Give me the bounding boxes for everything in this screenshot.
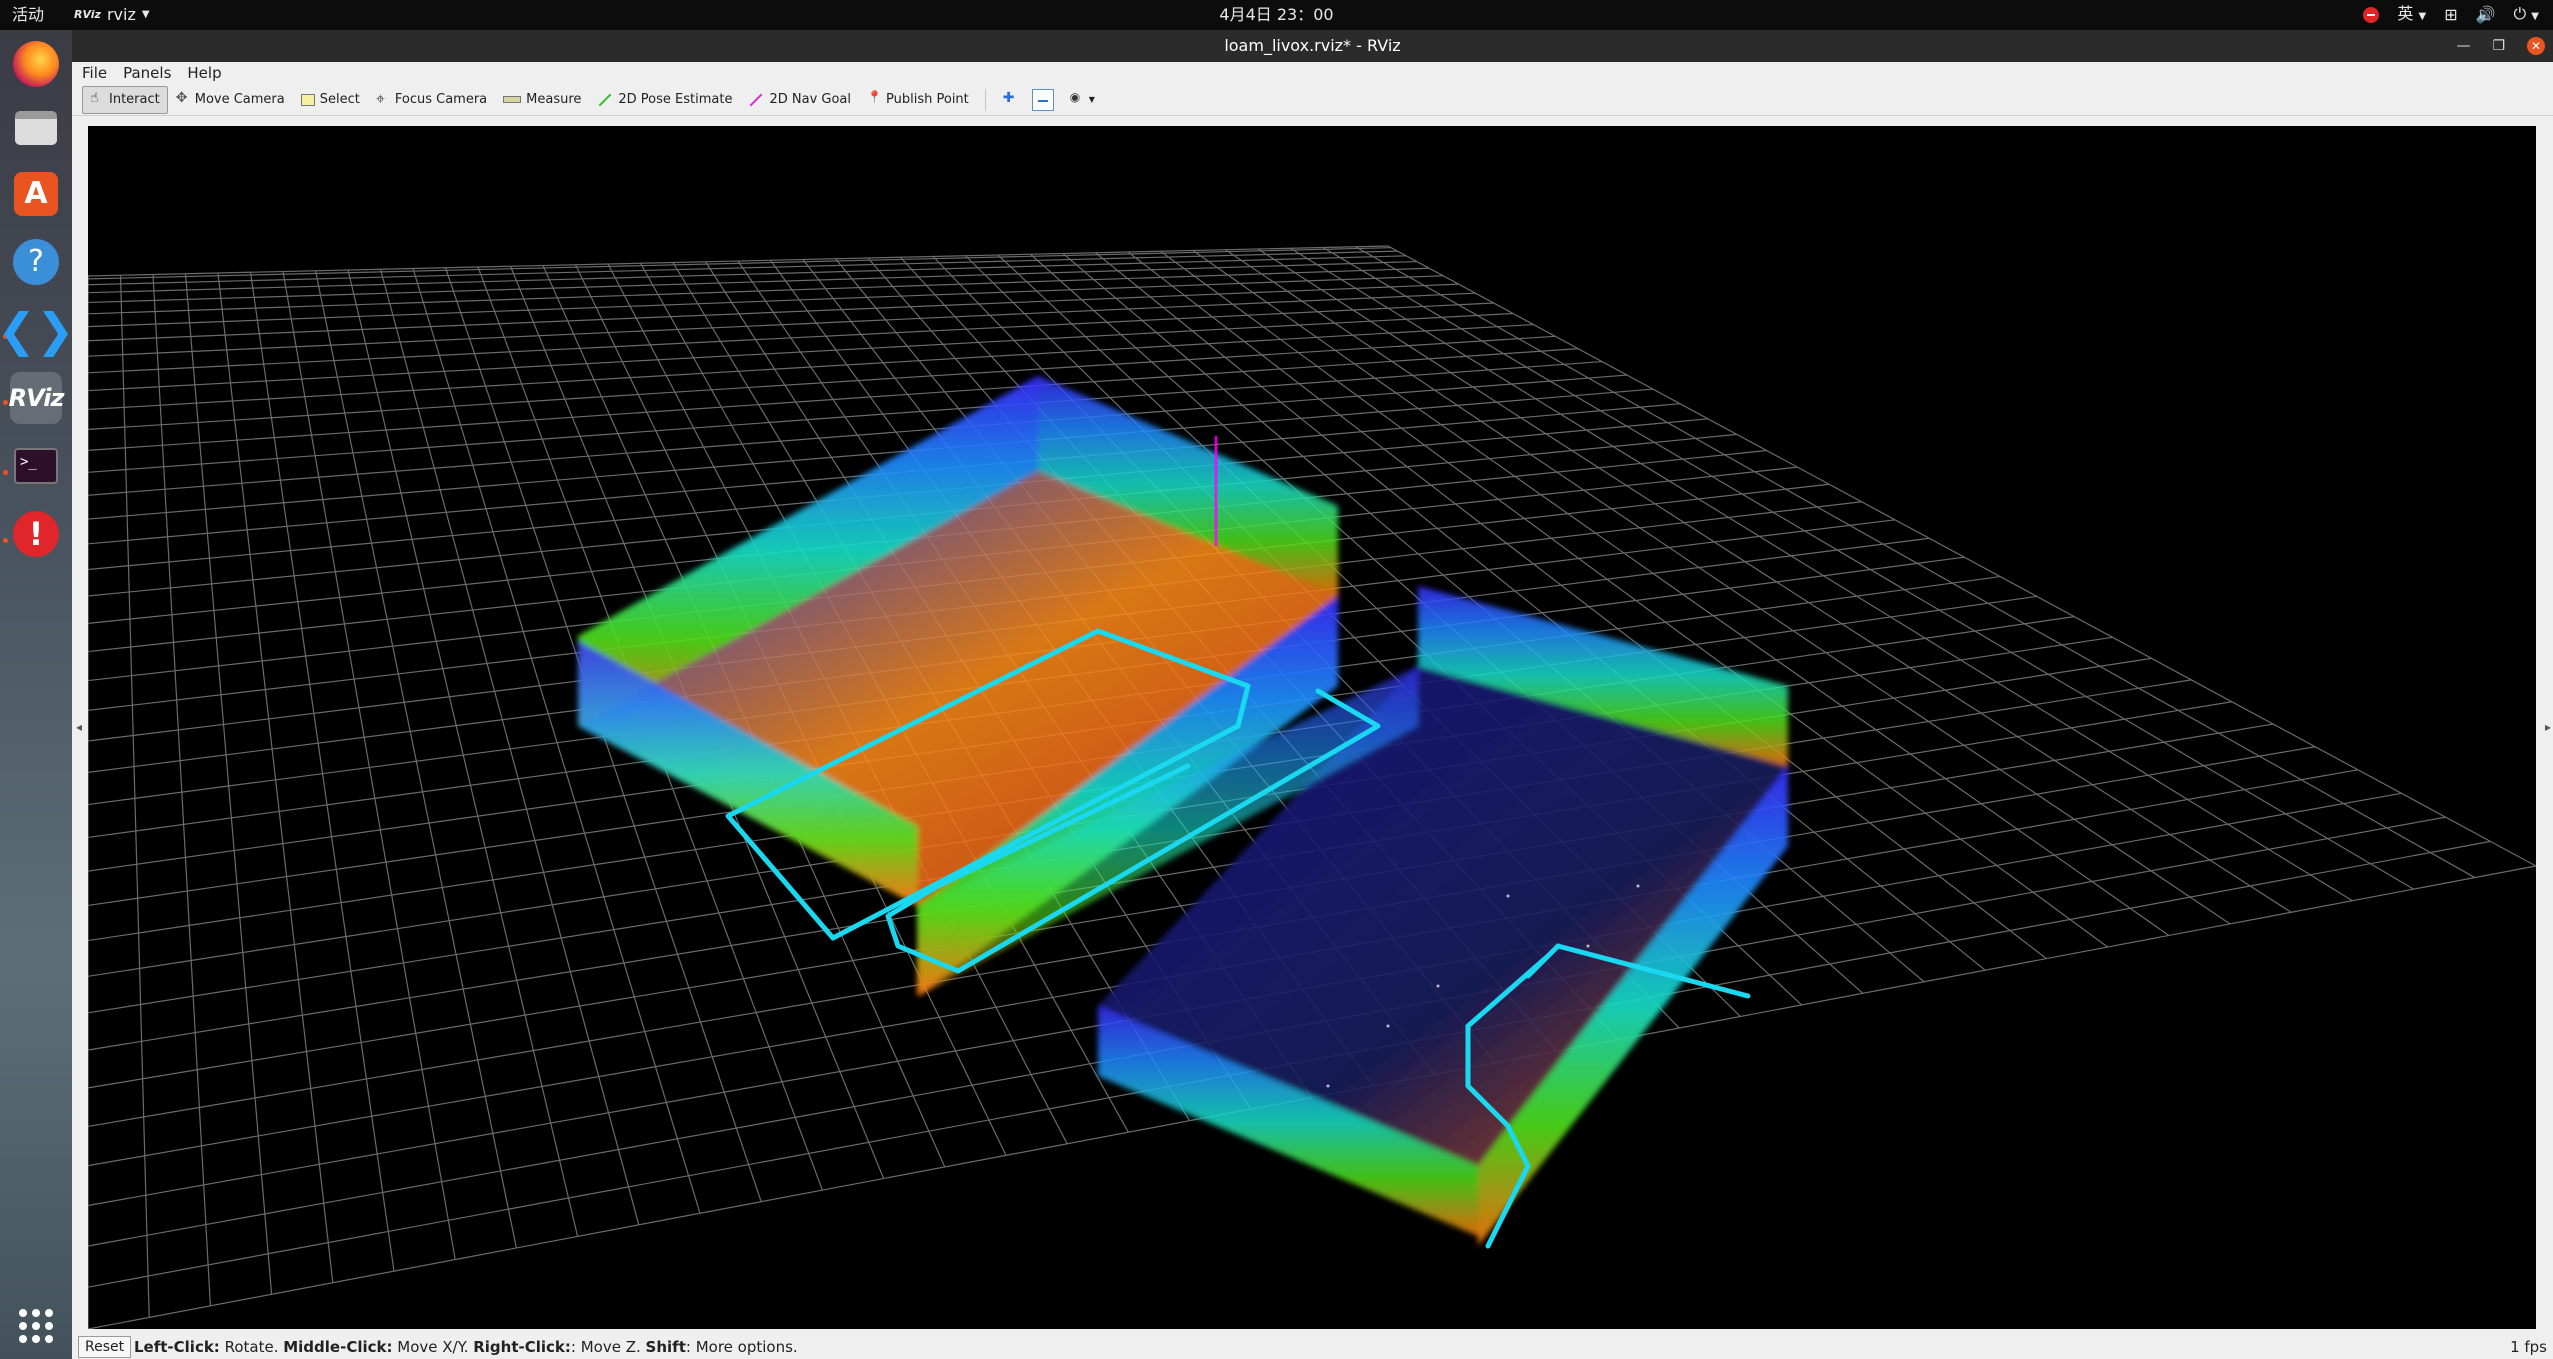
move-camera-tool-button[interactable]: Move Camera — [168, 86, 293, 114]
rviz-window: loam_livox.rviz* - RViz — ❐ ✕ File Panel… — [72, 30, 2553, 1359]
nav-goal-tool-button[interactable]: 2D Nav Goal — [740, 86, 859, 114]
ruler-icon — [503, 96, 522, 103]
dock-software-store[interactable]: A — [10, 168, 62, 220]
plus-icon — [1002, 90, 1016, 107]
terminal-icon: >_ — [14, 448, 58, 484]
move-icon — [176, 90, 190, 107]
running-indicator — [3, 470, 8, 475]
apps-grid-icon — [19, 1309, 53, 1343]
menu-file[interactable]: File — [82, 62, 107, 84]
publish-point-tool-button[interactable]: Publish Point — [859, 86, 977, 114]
app-menu-label: rviz — [106, 5, 136, 24]
point-cloud-scene — [88, 245, 2536, 1329]
running-indicator — [3, 538, 8, 543]
maximize-icon[interactable]: ❐ — [2492, 30, 2505, 62]
window-controls: — ❐ ✕ — [2456, 30, 2545, 62]
green-arrow-icon — [599, 93, 612, 106]
select-icon — [300, 93, 315, 106]
clock[interactable]: 4月4日 23：00 — [0, 0, 2553, 30]
nav-goal-label: 2D Nav Goal — [769, 92, 852, 107]
dock: A ? ❮❯ RViz >_ ! — [0, 30, 75, 1359]
add-tool-button[interactable] — [994, 86, 1024, 114]
rviz-icon: RViz — [8, 384, 65, 412]
software-store-icon: A — [14, 172, 58, 216]
interact-tool-button[interactable]: Interact — [82, 85, 168, 114]
chevron-down-icon: ▼ — [1088, 95, 1095, 104]
toolbar-separator — [984, 88, 986, 111]
vscode-icon: ❮❯ — [0, 303, 75, 357]
select-label: Select — [319, 92, 360, 107]
map-pin-icon — [867, 90, 882, 107]
pose-estimate-tool-button[interactable]: 2D Pose Estimate — [589, 86, 740, 114]
menu-panels[interactable]: Panels — [123, 62, 171, 84]
chevron-down-icon: ▼ — [141, 9, 150, 20]
window-title: loam_livox.rviz* - RViz — [1224, 36, 1401, 55]
3d-render-viewport[interactable] — [88, 126, 2536, 1329]
pose-estimate-label: 2D Pose Estimate — [618, 92, 733, 107]
network-icon[interactable]: ⊞ — [2444, 0, 2457, 30]
dock-files[interactable] — [10, 102, 62, 154]
reset-button[interactable]: Reset — [78, 1336, 132, 1358]
power-icon[interactable]: ⏻ ▼ — [2514, 0, 2539, 32]
focus-camera-label: Focus Camera — [394, 92, 488, 107]
measure-label: Measure — [526, 92, 582, 107]
focus-camera-tool-button[interactable]: Focus Camera — [368, 86, 495, 114]
alert-icon: ! — [13, 511, 59, 557]
move-camera-label: Move Camera — [194, 92, 285, 107]
app-menu[interactable]: RViz rviz ▼ — [74, 0, 150, 30]
hand-icon — [90, 90, 104, 107]
minus-icon — [1031, 88, 1054, 111]
dock-help[interactable]: ? — [10, 236, 62, 288]
tool-bar: Interact Move Camera Select Focus Camera… — [72, 84, 2553, 116]
running-indicator — [3, 400, 8, 405]
select-tool-button[interactable]: Select — [293, 86, 368, 114]
measure-tool-button[interactable]: Measure — [495, 86, 589, 114]
remove-tool-button[interactable] — [1024, 86, 1062, 114]
mouse-hint-text: Left-Click: Rotate. Middle-Click: Move X… — [134, 1338, 798, 1356]
rviz-mini-icon: RViz — [74, 8, 101, 21]
publish-point-label: Publish Point — [886, 92, 969, 107]
dock-vscode[interactable]: ❮❯ — [0, 304, 75, 356]
menu-bar: File Panels Help — [72, 62, 2553, 84]
interact-label: Interact — [109, 92, 160, 107]
system-top-bar: 活动 RViz rviz ▼ 4月4日 23：00 英 ▼ ⊞ 🔊 ⏻ ▼ — [0, 0, 2553, 30]
eye-icon — [1070, 90, 1084, 107]
tool-properties-button[interactable]: ▼ — [1062, 86, 1103, 114]
left-dock-collapse-handle[interactable]: ◂ — [76, 720, 82, 750]
help-icon: ? — [13, 239, 59, 285]
dock-show-apps[interactable] — [10, 1300, 62, 1352]
fps-indicator: 1 fps — [2510, 1338, 2547, 1356]
input-method-indicator[interactable]: 英 ▼ — [2397, 0, 2426, 32]
system-tray[interactable]: 英 ▼ ⊞ 🔊 ⏻ ▼ — [2363, 0, 2539, 30]
right-dock-collapse-handle[interactable]: ▸ — [2545, 720, 2551, 750]
dock-firefox[interactable] — [10, 38, 62, 90]
activities-button[interactable]: 活动 — [12, 0, 44, 30]
close-icon[interactable]: ✕ — [2527, 37, 2545, 55]
volume-icon[interactable]: 🔊 — [2476, 0, 2496, 30]
menu-help[interactable]: Help — [187, 62, 221, 84]
minimize-icon[interactable]: — — [2456, 30, 2470, 62]
magenta-arrow-icon — [750, 93, 763, 106]
dock-update-notifier[interactable]: ! — [10, 508, 62, 560]
crosshair-icon — [376, 89, 390, 109]
files-icon — [15, 111, 57, 145]
window-titlebar[interactable]: loam_livox.rviz* - RViz — ❐ ✕ — [72, 30, 2553, 62]
status-bar: Reset Left-Click: Rotate. Middle-Click: … — [72, 1335, 2553, 1359]
do-not-disturb-icon[interactable] — [2363, 7, 2380, 23]
dock-rviz[interactable]: RViz — [8, 372, 65, 424]
dock-terminal[interactable]: >_ — [10, 440, 62, 492]
firefox-icon — [13, 41, 59, 87]
